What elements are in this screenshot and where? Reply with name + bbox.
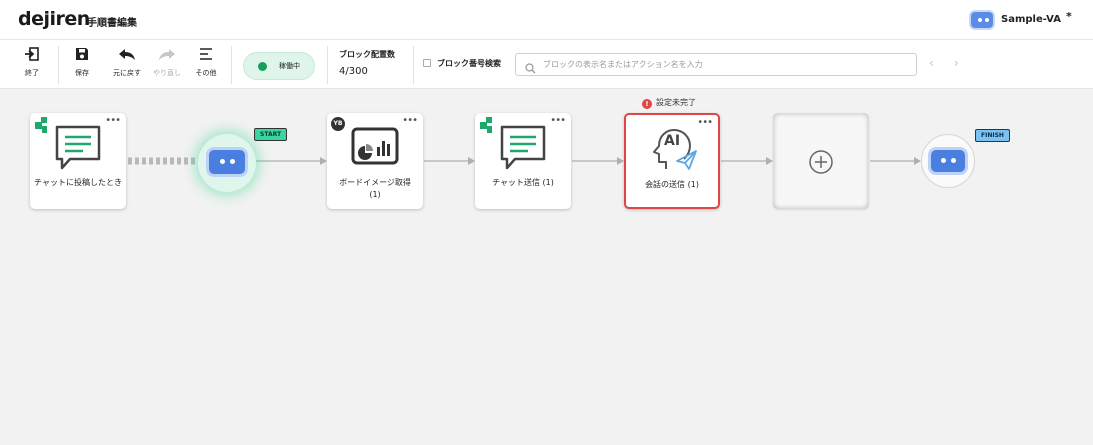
warning-text: 設定未完了 [656,98,696,107]
chat-bubble-icon [55,125,101,170]
block-more-icon[interactable]: ••• [550,115,566,126]
chat-bubble-icon [500,125,546,170]
bot-icon [928,147,968,175]
alert-icon: ! [642,99,652,109]
arrow-head [320,157,327,165]
block-label: ボードイメージ取得 (1) [339,178,411,199]
arrow-head [914,157,921,165]
dejiren-mark-icon [480,117,492,133]
dejiren-mark-icon [35,117,47,133]
arrow-head [617,157,624,165]
ai-text: AI [664,133,681,149]
flow-connectors [128,157,921,165]
board-image-icon [351,127,399,165]
flow-block-chat-post-trigger[interactable]: ••• チャットに投稿したとき [30,113,126,209]
block-more-icon[interactable]: ••• [402,115,418,126]
add-block-button[interactable] [773,113,869,209]
flow-block-chat-send[interactable]: ••• チャット送信 (1) [475,113,571,209]
flow-block-ai-conversation-send[interactable]: ••• AI 会話の送信 (1) [624,113,720,209]
start-node[interactable] [198,134,256,192]
settings-incomplete-warning: ! 設定未完了 [642,97,696,109]
flow-block-board-image[interactable]: YB ••• ボードイメージ取得 (1) [327,113,423,209]
finish-node[interactable] [921,134,975,188]
finish-tag: FINISH [975,129,1010,142]
arrow-head [468,157,475,165]
plus-circle-icon [809,150,833,174]
block-more-icon[interactable]: ••• [697,117,713,128]
block-label: チャットに投稿したとき [34,178,122,187]
arrow-head [766,157,773,165]
block-more-icon[interactable]: ••• [105,115,121,126]
bot-icon [206,147,248,177]
start-tag: START [254,128,288,141]
board-service-badge-icon: YB [331,117,345,131]
block-label: 会話の送信 (1) [645,180,699,189]
block-label: チャット送信 (1) [492,178,554,187]
